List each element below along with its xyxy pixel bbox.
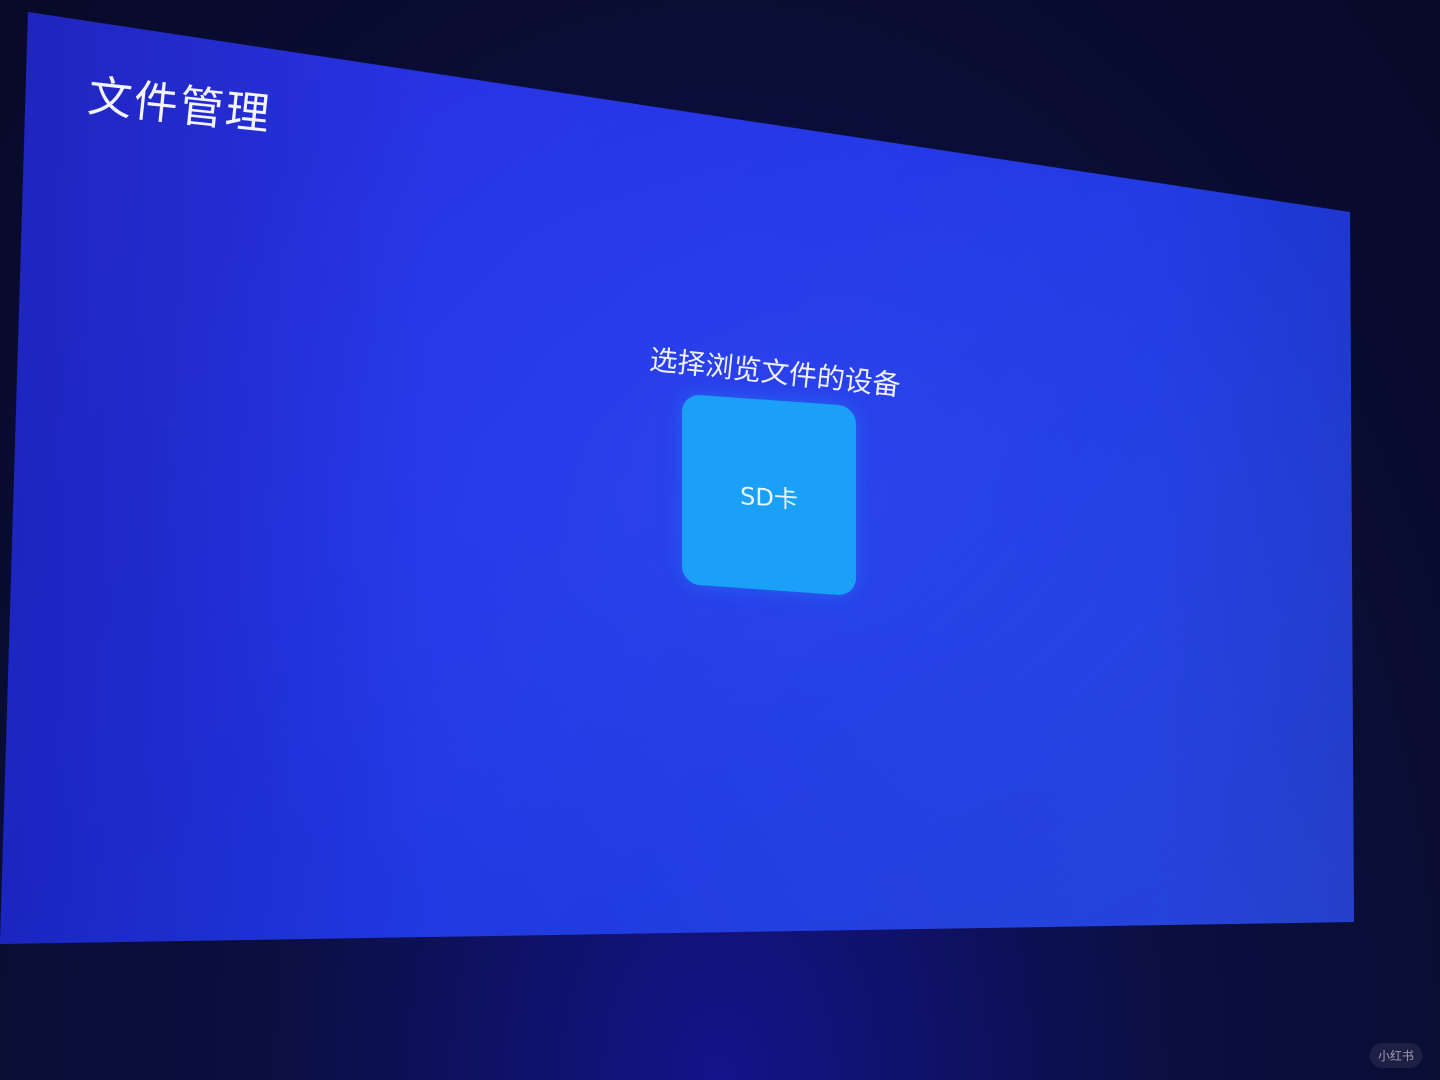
watermark: 小红书 xyxy=(1369,1043,1422,1068)
device-tile-label: SD卡 xyxy=(740,481,798,514)
room-background: 文件管理 选择浏览文件的设备 SD卡 小红书 xyxy=(0,0,1440,1080)
device-tile-sd-card[interactable]: SD卡 xyxy=(682,393,856,597)
